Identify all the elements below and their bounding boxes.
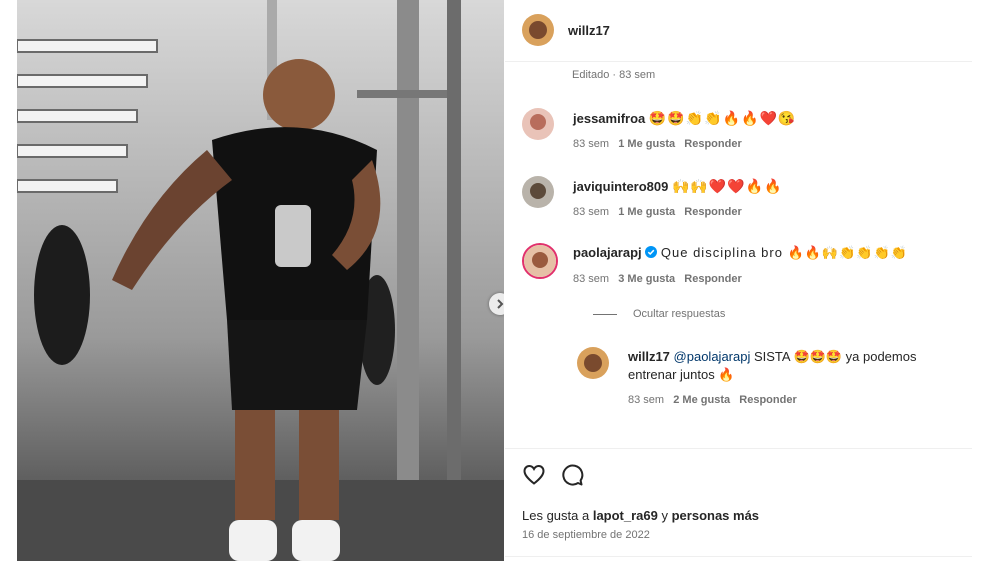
likes-summary: Les gusta a lapot_ra69 y personas más — [522, 508, 759, 523]
commenter-avatar[interactable] — [522, 108, 554, 140]
reply-text-line1: SISTA 🤩🤩🤩 ya podemos — [750, 349, 917, 364]
post-actions — [522, 463, 584, 487]
divider — [505, 61, 972, 62]
heart-icon[interactable] — [522, 463, 546, 487]
reply-likes[interactable]: 2 Me gusta — [673, 394, 730, 406]
commenter-avatar[interactable] — [522, 176, 554, 208]
likes-prefix: Les gusta a — [522, 508, 593, 523]
verified-badge-icon — [645, 246, 658, 258]
comment-likes[interactable]: 1 Me gusta — [618, 138, 675, 150]
chevron-right-icon — [497, 299, 504, 309]
post-header: willz17 — [522, 10, 610, 50]
comment-text: Que disciplina bro 🔥🔥🙌👏👏👏👏 — [660, 245, 908, 260]
likes-middle: y — [657, 508, 672, 523]
comment-username[interactable]: jessamifroa — [573, 111, 645, 126]
divider-line — [593, 313, 617, 315]
next-image-button[interactable] — [489, 293, 504, 315]
author-username[interactable]: willz17 — [568, 23, 610, 38]
comment-likes[interactable]: 1 Me gusta — [618, 206, 675, 218]
gym-photo — [17, 0, 504, 561]
comment-time[interactable]: 83 sem — [573, 138, 609, 150]
reply-button[interactable]: Responder — [684, 206, 741, 218]
comment-text: 🤩🤩👏👏🔥🔥❤️😘 — [648, 110, 797, 126]
comment-username[interactable]: paolajarapj — [573, 245, 642, 260]
comment-likes[interactable]: 3 Me gusta — [618, 273, 675, 285]
commenter-avatar[interactable] — [522, 243, 558, 279]
reply-reply-button[interactable]: Responder — [739, 394, 796, 406]
likes-others[interactable]: personas más — [672, 508, 759, 523]
hide-replies-label: Ocultar respuestas — [633, 308, 726, 320]
hide-replies-toggle[interactable]: Ocultar respuestas — [593, 308, 725, 320]
comment-text: 🙌🙌❤️❤️🔥🔥 — [672, 178, 783, 194]
divider — [505, 448, 972, 449]
comment-icon[interactable] — [560, 463, 584, 487]
comment-time[interactable]: 83 sem — [573, 206, 609, 218]
edited-label: Editado · 83 sem — [572, 69, 656, 81]
reply-text-line2: entrenar juntos 🔥 — [628, 367, 735, 382]
reply-author-avatar[interactable] — [577, 347, 609, 379]
reply-button[interactable]: Responder — [684, 273, 741, 285]
reply-username[interactable]: willz17 — [628, 349, 670, 364]
comment-username[interactable]: javiquintero809 — [573, 179, 668, 194]
comments-panel: willz17 Editado · 83 sem jessamifroa 🤩🤩👏… — [505, 0, 984, 561]
likes-user[interactable]: lapot_ra69 — [593, 508, 658, 523]
comment-time[interactable]: 83 sem — [573, 273, 609, 285]
post-date[interactable]: 16 de septiembre de 2022 — [522, 529, 650, 541]
reply-button[interactable]: Responder — [684, 138, 741, 150]
reply-mention[interactable]: @paolajarapj — [674, 349, 751, 364]
post-image[interactable] — [17, 0, 504, 561]
reply-time[interactable]: 83 sem — [628, 394, 664, 406]
divider — [505, 556, 972, 557]
author-avatar[interactable] — [522, 14, 554, 46]
